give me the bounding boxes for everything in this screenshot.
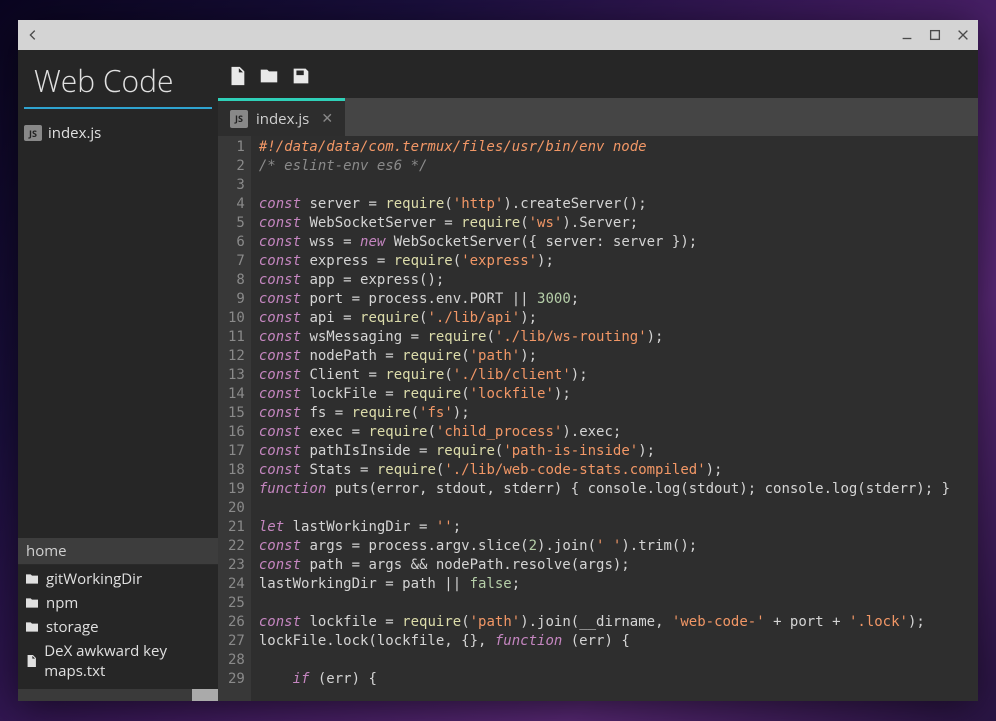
line-number: 26 bbox=[228, 613, 245, 632]
tab-index-js[interactable]: JS index.js ✕ bbox=[218, 98, 345, 136]
folder-icon bbox=[24, 595, 40, 611]
line-number: 3 bbox=[228, 176, 245, 195]
code-line[interactable]: const WebSocketServer = require('ws').Se… bbox=[259, 214, 970, 233]
code-line[interactable]: lockFile.lock(lockfile, {}, function (er… bbox=[259, 632, 970, 651]
code-line[interactable]: lastWorkingDir = path || false; bbox=[259, 575, 970, 594]
folder-icon bbox=[24, 571, 40, 587]
code-line[interactable] bbox=[259, 176, 970, 195]
code-line[interactable]: const api = require('./lib/api'); bbox=[259, 309, 970, 328]
code-line[interactable]: const nodePath = require('path'); bbox=[259, 347, 970, 366]
line-number: 18 bbox=[228, 461, 245, 480]
line-number: 6 bbox=[228, 233, 245, 252]
line-number: 14 bbox=[228, 385, 245, 404]
tree-item-label: gitWorkingDir bbox=[46, 569, 142, 589]
code-line[interactable]: const lockFile = require('lockfile'); bbox=[259, 385, 970, 404]
code-editor[interactable]: 1234567891011121314151617181920212223242… bbox=[218, 136, 978, 701]
open-files-section: JS index.js bbox=[18, 117, 218, 149]
line-number: 11 bbox=[228, 328, 245, 347]
scrollbar-thumb[interactable] bbox=[192, 689, 218, 701]
open-file-item[interactable]: JS index.js bbox=[24, 121, 212, 145]
code-line[interactable]: const pathIsInside = require('path-is-in… bbox=[259, 442, 970, 461]
code-line[interactable]: const lockfile = require('path').join(__… bbox=[259, 613, 970, 632]
code-line[interactable]: if (err) { bbox=[259, 670, 970, 689]
line-number: 4 bbox=[228, 195, 245, 214]
code-line[interactable]: const args = process.argv.slice(2).join(… bbox=[259, 537, 970, 556]
close-button[interactable] bbox=[956, 28, 970, 42]
line-number: 8 bbox=[228, 271, 245, 290]
code-line[interactable] bbox=[259, 651, 970, 670]
line-number: 25 bbox=[228, 594, 245, 613]
home-section-label[interactable]: home bbox=[18, 538, 218, 565]
open-folder-icon[interactable] bbox=[258, 65, 280, 87]
titlebar bbox=[18, 20, 978, 50]
code-line[interactable]: function puts(error, stdout, stderr) { c… bbox=[259, 480, 970, 499]
sidebar-horizontal-scrollbar[interactable] bbox=[18, 689, 218, 701]
save-icon[interactable] bbox=[290, 65, 312, 87]
code-line[interactable]: const express = require('express'); bbox=[259, 252, 970, 271]
code-line[interactable]: const exec = require('child_process').ex… bbox=[259, 423, 970, 442]
code-line[interactable] bbox=[259, 499, 970, 518]
app-window: Web Code JS index.js home gitWorkingDir n… bbox=[18, 20, 978, 701]
line-number: 9 bbox=[228, 290, 245, 309]
tab-bar: JS index.js ✕ bbox=[218, 98, 978, 136]
line-number: 17 bbox=[228, 442, 245, 461]
tab-close-icon[interactable]: ✕ bbox=[321, 109, 333, 128]
back-button[interactable] bbox=[26, 28, 40, 42]
code-line[interactable]: const port = process.env.PORT || 3000; bbox=[259, 290, 970, 309]
line-number: 5 bbox=[228, 214, 245, 233]
js-badge-icon: JS bbox=[230, 110, 248, 128]
app-title: Web Code bbox=[24, 50, 212, 109]
line-number: 16 bbox=[228, 423, 245, 442]
code-line[interactable]: const path = args && nodePath.resolve(ar… bbox=[259, 556, 970, 575]
code-content[interactable]: #!/data/data/com.termux/files/usr/bin/en… bbox=[251, 136, 978, 701]
folder-item[interactable]: storage bbox=[24, 615, 212, 639]
line-number-gutter: 1234567891011121314151617181920212223242… bbox=[218, 136, 251, 701]
file-item[interactable]: DeX awkward key maps.txt bbox=[24, 639, 212, 683]
line-number: 19 bbox=[228, 480, 245, 499]
line-number: 13 bbox=[228, 366, 245, 385]
open-file-name: index.js bbox=[48, 123, 101, 143]
code-line[interactable]: let lastWorkingDir = ''; bbox=[259, 518, 970, 537]
line-number: 28 bbox=[228, 651, 245, 670]
new-file-icon[interactable] bbox=[226, 65, 248, 87]
file-icon bbox=[24, 653, 38, 669]
line-number: 12 bbox=[228, 347, 245, 366]
js-badge-icon: JS bbox=[24, 125, 42, 141]
code-line[interactable]: const wss = new WebSocketServer({ server… bbox=[259, 233, 970, 252]
minimize-button[interactable] bbox=[900, 28, 914, 42]
folder-icon bbox=[24, 619, 40, 635]
line-number: 2 bbox=[228, 157, 245, 176]
code-line[interactable]: const wsMessaging = require('./lib/ws-ro… bbox=[259, 328, 970, 347]
line-number: 21 bbox=[228, 518, 245, 537]
sidebar: Web Code JS index.js home gitWorkingDir n… bbox=[18, 50, 218, 701]
maximize-button[interactable] bbox=[928, 28, 942, 42]
line-number: 1 bbox=[228, 138, 245, 157]
tree-item-label: npm bbox=[46, 593, 78, 613]
code-line[interactable]: const fs = require('fs'); bbox=[259, 404, 970, 423]
tree-item-label: storage bbox=[46, 617, 99, 637]
tab-label: index.js bbox=[256, 109, 309, 129]
code-line[interactable]: const Client = require('./lib/client'); bbox=[259, 366, 970, 385]
folder-item[interactable]: gitWorkingDir bbox=[24, 567, 212, 591]
line-number: 27 bbox=[228, 632, 245, 651]
line-number: 29 bbox=[228, 670, 245, 689]
main-panel: JS index.js ✕ 12345678910111213141516171… bbox=[218, 50, 978, 701]
line-number: 23 bbox=[228, 556, 245, 575]
file-tree: gitWorkingDir npm storage DeX awkward key m… bbox=[18, 565, 218, 689]
toolbar bbox=[218, 50, 978, 98]
code-line[interactable]: const Stats = require('./lib/web-code-st… bbox=[259, 461, 970, 480]
line-number: 10 bbox=[228, 309, 245, 328]
line-number: 7 bbox=[228, 252, 245, 271]
code-line[interactable]: const server = require('http').createSer… bbox=[259, 195, 970, 214]
code-line[interactable]: /* eslint-env es6 */ bbox=[259, 157, 970, 176]
code-line[interactable]: const app = express(); bbox=[259, 271, 970, 290]
folder-item[interactable]: npm bbox=[24, 591, 212, 615]
line-number: 22 bbox=[228, 537, 245, 556]
tree-item-label: DeX awkward key maps.txt bbox=[44, 641, 212, 681]
code-line[interactable] bbox=[259, 594, 970, 613]
line-number: 24 bbox=[228, 575, 245, 594]
code-line[interactable]: #!/data/data/com.termux/files/usr/bin/en… bbox=[259, 138, 970, 157]
line-number: 20 bbox=[228, 499, 245, 518]
line-number: 15 bbox=[228, 404, 245, 423]
